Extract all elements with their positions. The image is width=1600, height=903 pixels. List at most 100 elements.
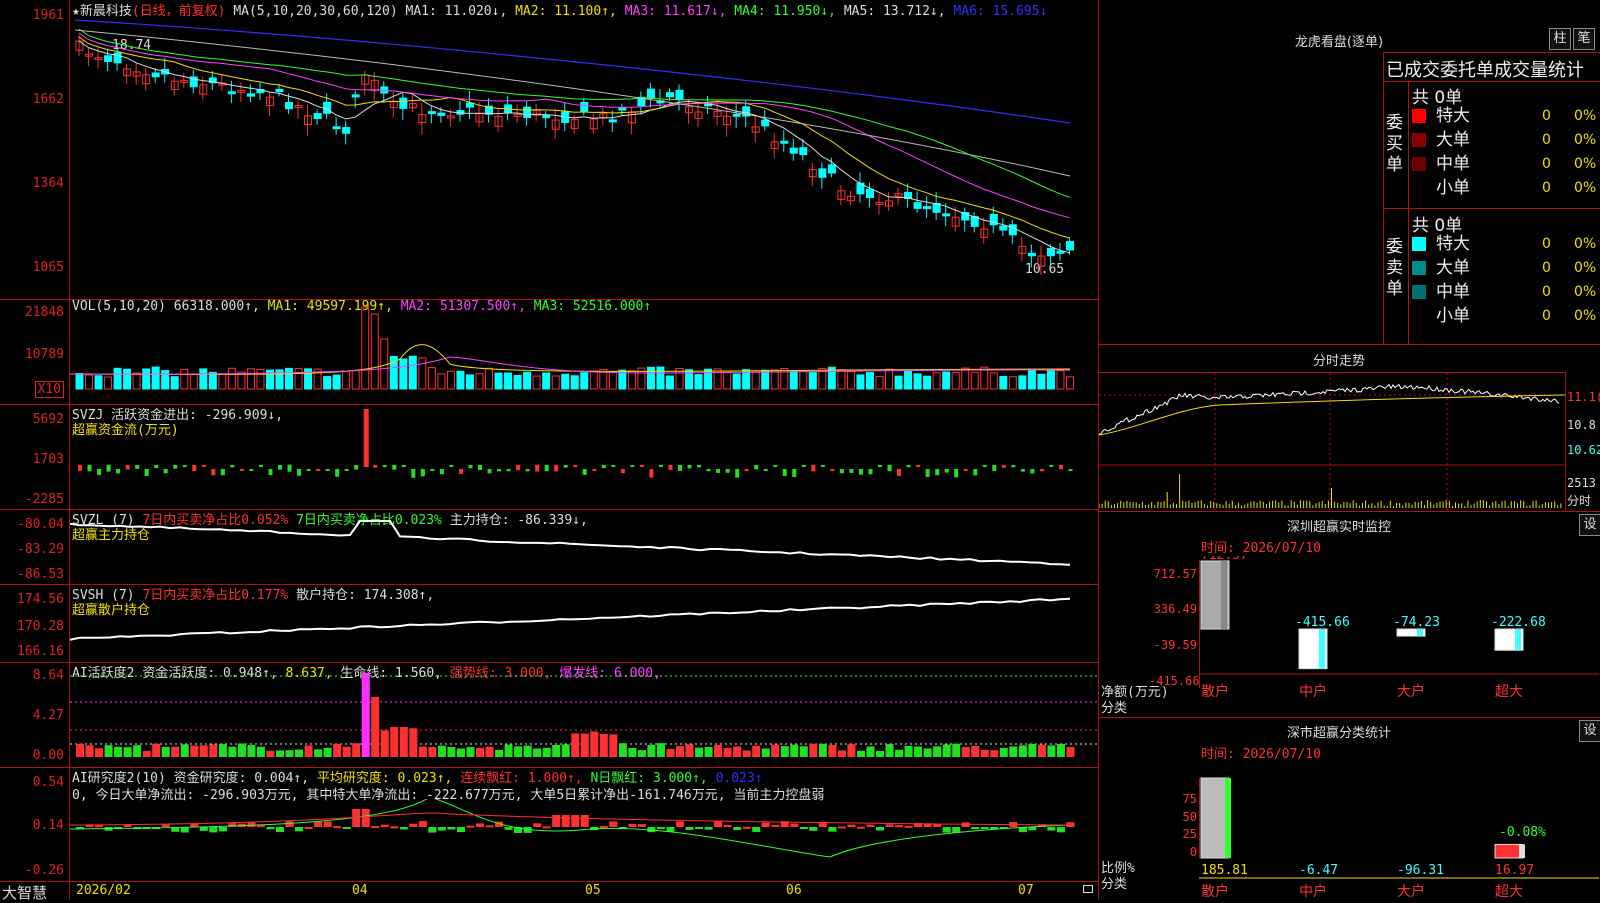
favorite-star-icon[interactable]: ★: [72, 4, 80, 19]
tick-view-button[interactable]: 笔: [1573, 28, 1595, 50]
research-bar: [285, 821, 294, 827]
svzl-panel[interactable]: SVZL (7) 7日内买卖净占比0.052% 7日内买卖净占比0.023% 主…: [0, 509, 1098, 585]
candle-body: [351, 94, 360, 98]
flow-bar: [392, 465, 397, 470]
research-bar: [418, 821, 427, 827]
research-bar: [685, 827, 694, 830]
intraday-chart-frame[interactable]: [1099, 372, 1566, 511]
flow-bar: [439, 469, 444, 475]
volume-panel[interactable]: VOL(5,10,20) 66318.000↑, MA1: 49597.199↑…: [0, 299, 1098, 405]
activity-bar: [790, 744, 799, 757]
research-bar: [828, 827, 837, 832]
sell-row-name: 大单: [1436, 258, 1470, 278]
vol-unit-button[interactable]: X10: [34, 381, 64, 398]
main-position-line[interactable]: [70, 509, 1097, 583]
volume-bar: [465, 374, 474, 390]
activity-bar: [485, 746, 494, 757]
monitor-bar-shade: [1221, 561, 1227, 629]
volume-bar: [723, 370, 732, 390]
svzj-axis: 5692 1703 -2285: [0, 404, 68, 509]
volume-bar: [513, 374, 522, 390]
volume-bar: [285, 367, 294, 390]
volume-bar: [94, 375, 103, 390]
retail-position-line[interactable]: [70, 584, 1097, 661]
activity-bar: [618, 743, 627, 757]
volume-bar: [923, 375, 932, 390]
research-bar: [180, 827, 189, 833]
activity-bar: [961, 747, 970, 757]
research-bar: [256, 825, 265, 828]
activity-bar: [771, 744, 780, 757]
ai2-tick: 0.14: [32, 818, 64, 833]
volume-bar: [199, 368, 208, 390]
monitor-settings-button[interactable]: 设: [1579, 514, 1600, 536]
flow-bar: [658, 465, 663, 467]
chart-mode[interactable]: (日线，前复权): [132, 4, 226, 19]
flow-bar: [801, 465, 806, 467]
capital-flow-bars[interactable]: [70, 404, 1097, 508]
activity-bar: [704, 747, 713, 757]
ai2-axis: 0.54 0.14 -0.26: [0, 767, 68, 881]
candle-body: [646, 88, 655, 99]
candle-body: [732, 113, 741, 117]
candle-body: [818, 168, 827, 178]
flow-bar: [620, 469, 625, 474]
activity-bar: [437, 745, 446, 757]
svsh-panel[interactable]: SVSH (7) 7日内买卖净占比0.177% 散户持仓: 174.308↑, …: [0, 584, 1098, 663]
flow-bar: [849, 469, 854, 473]
candlestick-chart[interactable]: [70, 18, 1097, 298]
flow-bar: [925, 469, 930, 477]
candle-body: [580, 102, 589, 112]
volume-bar: [361, 306, 370, 390]
research-bars[interactable]: [70, 799, 1097, 879]
candle-body: [246, 93, 255, 97]
monitor-bar-label: -415.66: [1295, 615, 1350, 630]
candle-body: [780, 140, 789, 144]
ai1-tick: 0.00: [32, 748, 64, 763]
flow-bar: [535, 464, 540, 472]
activity-bar: [466, 747, 475, 757]
volume-bar: [456, 370, 465, 390]
flow-bar: [563, 465, 568, 468]
volume-bars[interactable]: [70, 299, 1097, 403]
class-settings-button[interactable]: 设: [1579, 720, 1600, 742]
bar-view-button[interactable]: 柱: [1549, 28, 1571, 50]
ai-research-panel[interactable]: AI研究度2(10) 资金研究度: 0.004↑, 平均研究度: 0.023↑,…: [0, 767, 1098, 881]
monitor-bar-chart[interactable]: 712.57 散户 -415.66 中户 -74.23 大户 -222.68 超大: [1199, 556, 1599, 716]
ai-activity-panel[interactable]: AI活跃度2 资金活跃度: 0.948↑, 8.637, 生命线: 1.560,…: [0, 662, 1098, 768]
flow-bar: [744, 469, 749, 472]
volume-bar: [894, 375, 903, 390]
sell-row-pct: 0%: [1574, 236, 1597, 252]
research-bar: [876, 827, 884, 831]
vol-tick: 21848: [24, 305, 64, 320]
volume-bar: [351, 370, 360, 390]
volume-bar: [132, 372, 141, 390]
chart-area[interactable]: ★新晨科技(日线，前复权) MA(5,10,20,30,60,120) MA1:…: [0, 0, 1099, 902]
research-bar: [456, 827, 465, 833]
activity-bars[interactable]: [70, 662, 1097, 766]
monitor-xlabel: 分类: [1101, 701, 1128, 716]
date-axis: 大智慧 2026/02 04 05 06 07: [0, 881, 1098, 902]
flow-bar: [1039, 469, 1044, 472]
vol-tick: 10789: [24, 347, 64, 362]
lock-icon[interactable]: [1083, 885, 1093, 893]
research-bar: [1056, 827, 1065, 833]
activity-bar: [876, 750, 884, 757]
volume-bar: [189, 374, 198, 390]
research-bar: [161, 824, 170, 827]
research-bar: [599, 825, 608, 828]
candle-body: [761, 119, 770, 127]
buy-row-count: 0: [1542, 156, 1551, 172]
activity-bar: [676, 746, 684, 757]
svzj-panel[interactable]: SVZJ 活跃资金进出: -296.909↓, 超赢资金流(万元) 5692 1…: [0, 404, 1098, 510]
class-bar-chart[interactable]: 185.81 散户 -6.47 中户 -96.31 大户 16.97 超大 -0.08%: [1199, 770, 1599, 900]
volume-bar: [161, 370, 170, 390]
intraday-chart[interactable]: [1099, 373, 1565, 510]
research-bar: [628, 823, 637, 827]
buy-row-pct: 0%: [1574, 132, 1597, 148]
activity-bar: [142, 750, 151, 757]
price-panel[interactable]: ★新晨科技(日线，前复权) MA(5,10,20,30,60,120) MA1:…: [0, 0, 1098, 300]
flow-bar: [316, 469, 321, 471]
svsh-tick: 166.16: [17, 644, 64, 659]
activity-bar: [1028, 743, 1037, 757]
